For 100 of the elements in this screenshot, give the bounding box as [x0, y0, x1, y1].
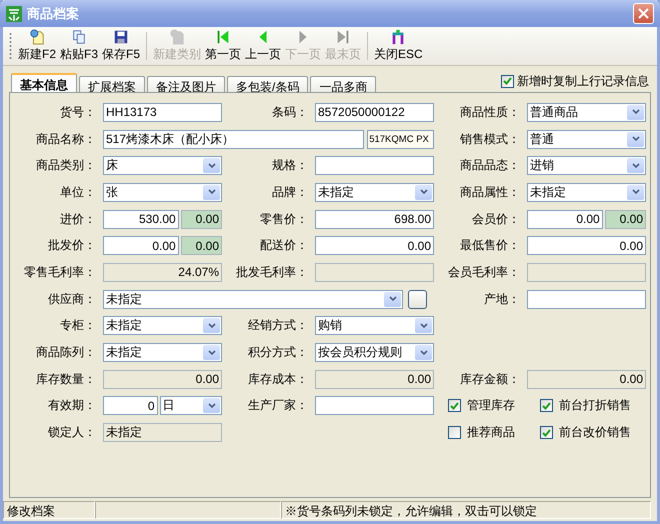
input-field[interactable]: [315, 396, 434, 416]
input-field[interactable]: 8572050000122: [315, 102, 434, 122]
input-field[interactable]: 0.00: [527, 236, 646, 256]
readonly-field: 0.00: [315, 370, 434, 389]
dropdown-button[interactable]: [203, 398, 220, 414]
dropdown-button[interactable]: [203, 158, 220, 174]
input-field[interactable]: 0.00: [527, 210, 603, 229]
tab[interactable]: 一品多商: [310, 76, 376, 92]
tab[interactable]: 备注及图片: [147, 76, 225, 92]
field-label: 规格：: [271, 157, 308, 174]
field-label: 商品品态：: [459, 157, 520, 174]
dropdown-button[interactable]: [384, 292, 401, 307]
dropdown-field[interactable]: 张: [103, 182, 222, 202]
toolbar-button[interactable]: 上一页: [243, 29, 284, 63]
input-field[interactable]: [315, 156, 434, 176]
dropdown-field[interactable]: 未指定: [103, 343, 222, 362]
field-label: 会员毛利率：: [447, 264, 520, 281]
input-field[interactable]: 0: [103, 396, 158, 416]
window-title: 商品档案: [27, 4, 80, 22]
field-label: 品牌：: [271, 184, 308, 201]
checkbox-label: 新增时复制上行记录信息: [517, 72, 649, 90]
dropdown-button[interactable]: [627, 158, 644, 174]
check-icon: [542, 428, 551, 437]
check-icon: [503, 77, 512, 85]
chevron-down-icon: [632, 136, 640, 142]
checkbox[interactable]: [540, 426, 553, 440]
input-field[interactable]: 698.00: [315, 210, 434, 229]
field-label: 单位：: [59, 184, 96, 201]
input-field[interactable]: 0.00: [315, 236, 434, 256]
field-label: 生产厂家：: [247, 397, 308, 414]
field-label: 积分方式：: [247, 344, 308, 362]
checkbox-label: 前台打折销售: [559, 397, 631, 414]
field-label: 有效期：: [47, 397, 96, 414]
chevron-down-icon: [632, 109, 640, 116]
field-label: 商品类别：: [35, 157, 96, 174]
dropdown-field[interactable]: 床: [103, 156, 222, 176]
dropdown-field[interactable]: 未指定: [315, 182, 434, 202]
code-field[interactable]: 517KQMC PX: [367, 130, 434, 149]
toolbar-button[interactable]: 关闭ESC: [372, 29, 425, 63]
chevron-down-icon: [420, 350, 428, 356]
toolbar-button[interactable]: 第一页: [203, 29, 244, 63]
readonly-field: 未指定: [103, 423, 222, 442]
input-field[interactable]: 0.00: [103, 236, 179, 256]
field-label: 经销方式：: [247, 317, 308, 334]
field-label: 批发价：: [47, 237, 96, 254]
check-icon: [542, 402, 551, 410]
status-section: ※货号条码列未锁定，允许编辑，双击可以锁定: [281, 501, 651, 519]
check-icon: [450, 402, 459, 410]
toolbar-button[interactable]: 新建F2: [16, 29, 58, 63]
dropdown-field[interactable]: 按会员积分规则: [315, 343, 434, 362]
field-label: 商品属性：: [459, 184, 520, 201]
dropdown-field[interactable]: 普通: [527, 130, 646, 149]
checkbox[interactable]: [448, 399, 461, 412]
dropdown-field[interactable]: 日: [160, 396, 222, 416]
field-label: 商品名称：: [35, 130, 96, 148]
tab[interactable]: 多包装/条码: [227, 76, 308, 92]
field-label: 批发毛利率：: [235, 264, 308, 281]
input-field[interactable]: [527, 290, 646, 309]
dropdown-field[interactable]: 未指定: [103, 290, 403, 309]
input-field[interactable]: 530.00: [103, 210, 179, 229]
dropdown-button[interactable]: [415, 318, 432, 334]
dropdown-field[interactable]: 未指定: [527, 182, 646, 202]
dropdown-field[interactable]: 进销: [527, 156, 646, 176]
checkbox[interactable]: [448, 426, 461, 440]
field-label: 库存成本：: [247, 370, 308, 388]
checkbox[interactable]: [540, 399, 553, 412]
readonly-field: 0.00: [103, 370, 222, 389]
browse-button[interactable]: [408, 290, 427, 309]
toolbar-button[interactable]: 粘贴F3: [58, 29, 100, 63]
dropdown-button[interactable]: [203, 184, 220, 200]
chevron-down-icon: [208, 162, 216, 169]
dropdown-button[interactable]: [415, 184, 432, 200]
toolbar-button[interactable]: 保存F5: [100, 29, 142, 63]
input-field[interactable]: HH13173: [103, 102, 222, 122]
chevron-down-icon: [420, 189, 428, 196]
tab[interactable]: 基本信息: [11, 73, 77, 92]
checkbox-label: 管理库存: [467, 397, 515, 414]
field-label: 供应商：: [47, 290, 96, 308]
dropdown-field[interactable]: 普通商品: [527, 102, 646, 122]
dropdown-field[interactable]: 购销: [315, 316, 434, 336]
close-button[interactable]: [633, 3, 654, 24]
input-field[interactable]: 517烤漆木床（配小床）: [103, 130, 364, 149]
dropdown-button[interactable]: [627, 184, 644, 200]
dropdown-button[interactable]: [203, 345, 220, 360]
field-label: 销售模式：: [459, 130, 520, 148]
dropdown-button[interactable]: [627, 132, 644, 147]
app-icon: [6, 6, 22, 22]
chevron-down-icon: [208, 350, 216, 356]
chevron-down-icon: [420, 322, 428, 329]
chevron-down-icon: [208, 322, 216, 329]
chevron-down-icon: [208, 402, 216, 409]
tab[interactable]: 扩展档案: [79, 76, 145, 92]
checkbox[interactable]: [501, 74, 514, 88]
dropdown-button[interactable]: [203, 318, 220, 334]
dropdown-button[interactable]: [415, 345, 432, 360]
dropdown-field[interactable]: 未指定: [103, 316, 222, 336]
field-label: 库存金额：: [459, 370, 520, 388]
field-label: 商品陈列：: [35, 344, 96, 362]
dropdown-button[interactable]: [627, 104, 644, 120]
field-label: 专柜：: [59, 317, 96, 334]
